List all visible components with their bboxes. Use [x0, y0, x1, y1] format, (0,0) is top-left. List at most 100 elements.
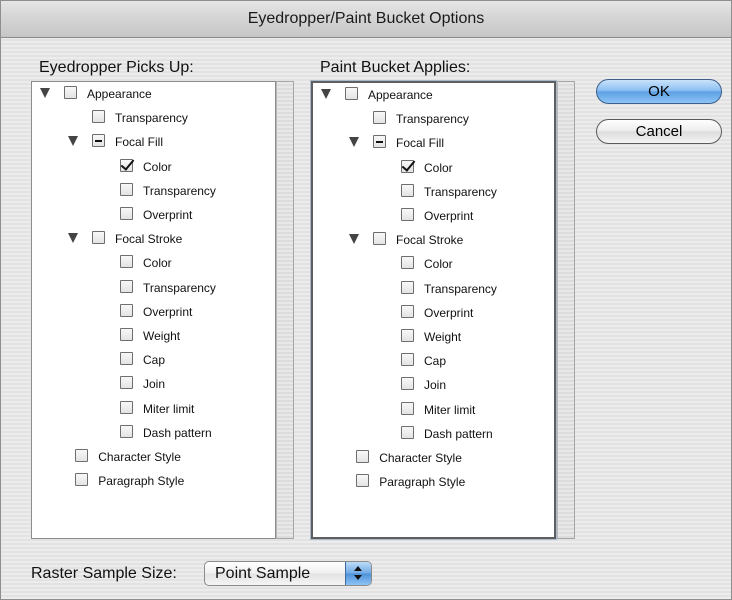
eyedropper-tree-row-transparency[interactable]: Transparency — [32, 181, 272, 201]
tree-item-label: Paragraph Style — [98, 474, 185, 489]
paintbucket-tree-row-color[interactable]: Color — [313, 254, 553, 274]
checkbox[interactable] — [120, 182, 133, 196]
checkbox[interactable] — [401, 183, 414, 197]
tree-item-label: Transparency — [424, 281, 497, 296]
eyedropper-tree-row-appearance[interactable]: Appearance — [32, 84, 272, 104]
checkbox[interactable] — [120, 424, 133, 438]
checkbox[interactable] — [401, 304, 414, 318]
tree-item-label: Join — [143, 377, 166, 392]
tree-item-label: Weight — [143, 329, 181, 343]
checkbox[interactable] — [120, 328, 133, 341]
checkbox[interactable] — [356, 450, 370, 463]
paintbucket-tree-row-transparency[interactable]: Transparency — [313, 182, 553, 202]
checkbox[interactable] — [92, 231, 105, 245]
paintbucket-tree-row-appearance[interactable]: Appearance — [313, 85, 553, 105]
checkbox[interactable] — [120, 303, 133, 317]
paintbucket-tree-row-character-style[interactable]: Character Style — [313, 448, 553, 468]
eyedropper-tree-row-paragraph-style[interactable]: Paragraph Style — [32, 471, 272, 491]
eyedropper-tree-row-color[interactable]: Color — [32, 253, 272, 273]
eyedropper-tree-row-dash-pattern[interactable]: Dash pattern — [32, 423, 272, 443]
checkbox[interactable] — [75, 473, 89, 487]
tree-item-label: Focal Fill — [115, 135, 164, 150]
eyedropper-tree-row-color[interactable]: Color — [32, 157, 272, 177]
tree-item-label: Character Style — [98, 450, 181, 464]
checkbox[interactable] — [120, 279, 133, 293]
checkbox[interactable] — [64, 86, 77, 99]
arrow-up-icon — [354, 566, 362, 571]
paintbucket-tree-row-transparency[interactable]: Transparency — [313, 109, 553, 129]
paintbucket-tree-row-overprint[interactable]: Overprint — [313, 206, 553, 226]
paintbucket-tree-row-transparency[interactable]: Transparency — [313, 279, 553, 299]
checkbox[interactable] — [75, 449, 89, 462]
ok-button[interactable]: OK — [596, 79, 722, 104]
checkbox[interactable] — [401, 208, 414, 221]
eyedropper-tree-row-miter-limit[interactable]: Miter limit — [32, 399, 272, 419]
checkbox[interactable] — [120, 400, 133, 414]
paintbucket-scrollbar[interactable] — [557, 81, 575, 539]
tree-item-label: Dash pattern — [424, 426, 493, 441]
checkbox[interactable] — [120, 158, 133, 172]
checkbox[interactable] — [401, 425, 414, 439]
checkbox[interactable] — [120, 255, 133, 269]
eyedropper-tree-row-focal-fill[interactable]: Focal Fill — [32, 132, 272, 152]
eyedropper-tree-row-character-style[interactable]: Character Style — [32, 447, 272, 467]
checkbox[interactable] — [401, 256, 414, 270]
tree-item-label: Overprint — [143, 304, 193, 319]
eyedropper-tree-row-weight[interactable]: Weight — [32, 326, 272, 346]
disclosure-triangle-icon[interactable] — [321, 89, 331, 99]
eyedropper-scrollbar[interactable] — [276, 81, 294, 539]
eyedropper-tree-row-overprint[interactable]: Overprint — [32, 302, 272, 322]
checkbox[interactable] — [92, 134, 105, 148]
checkbox[interactable] — [120, 207, 133, 220]
tree-item-label: Focal Fill — [396, 136, 445, 151]
paintbucket-tree[interactable]: Appearance Transparency Focal Fill Color Tra… — [311, 81, 556, 539]
eyedropper-tree-row-focal-stroke[interactable]: Focal Stroke — [32, 229, 272, 249]
checkbox[interactable] — [356, 474, 370, 488]
disclosure-triangle-icon[interactable] — [40, 88, 50, 98]
checkbox[interactable] — [345, 87, 358, 100]
eyedropper-tree-row-transparency[interactable]: Transparency — [32, 108, 272, 128]
paintbucket-tree-row-overprint[interactable]: Overprint — [313, 303, 553, 323]
cancel-button[interactable]: Cancel — [596, 119, 722, 144]
checkbox[interactable] — [401, 280, 414, 294]
tree-item-label: Transparency — [396, 112, 469, 127]
checkbox[interactable] — [373, 111, 386, 125]
paintbucket-tree-row-color[interactable]: Color — [313, 158, 553, 178]
paintbucket-tree-row-paragraph-style[interactable]: Paragraph Style — [313, 472, 553, 492]
checkbox[interactable] — [373, 232, 386, 246]
checkbox[interactable] — [401, 401, 414, 415]
paintbucket-tree-row-focal-fill[interactable]: Focal Fill — [313, 133, 553, 153]
paintbucket-tree-row-weight[interactable]: Weight — [313, 327, 553, 347]
eyedropper-tree-row-overprint[interactable]: Overprint — [32, 205, 272, 225]
checkbox[interactable] — [120, 352, 133, 366]
paintbucket-tree-row-join[interactable]: Join — [313, 375, 553, 395]
eyedropper-tree[interactable]: Appearance Transparency Focal Fill Color Tra… — [31, 81, 276, 539]
disclosure-triangle-icon[interactable] — [68, 233, 78, 244]
checkbox[interactable] — [401, 159, 414, 173]
paintbucket-tree-row-dash-pattern[interactable]: Dash pattern — [313, 424, 553, 444]
checkbox[interactable] — [401, 377, 414, 391]
disclosure-triangle-icon[interactable] — [349, 234, 359, 245]
checkbox[interactable] — [401, 353, 414, 367]
checkbox[interactable] — [120, 376, 133, 390]
eyedropper-tree-row-join[interactable]: Join — [32, 374, 272, 394]
checkbox[interactable] — [92, 110, 105, 124]
arrow-down-icon — [354, 575, 362, 580]
tree-item-label: Focal Stroke — [115, 232, 183, 247]
checkbox[interactable] — [401, 329, 414, 342]
paintbucket-tree-row-miter-limit[interactable]: Miter limit — [313, 400, 553, 420]
eyedropper-tree-row-transparency[interactable]: Transparency — [32, 278, 272, 298]
checkbox[interactable] — [373, 135, 386, 149]
tree-item-label: Cap — [424, 354, 447, 369]
eyedropper-tree-row-cap[interactable]: Cap — [32, 350, 272, 370]
tree-item-label: Dash pattern — [143, 425, 212, 440]
disclosure-triangle-icon[interactable] — [349, 137, 359, 148]
tree-item-label: Weight — [424, 330, 462, 344]
paintbucket-tree-row-cap[interactable]: Cap — [313, 351, 553, 371]
paintbucket-tree-row-focal-stroke[interactable]: Focal Stroke — [313, 230, 553, 250]
disclosure-triangle-icon[interactable] — [68, 136, 78, 147]
popup-arrows-icon — [345, 562, 371, 585]
raster-sample-size-popup[interactable]: Point Sample — [204, 561, 372, 586]
tree-item-label: Character Style — [379, 451, 462, 465]
tree-item-label: Transparency — [143, 280, 216, 295]
